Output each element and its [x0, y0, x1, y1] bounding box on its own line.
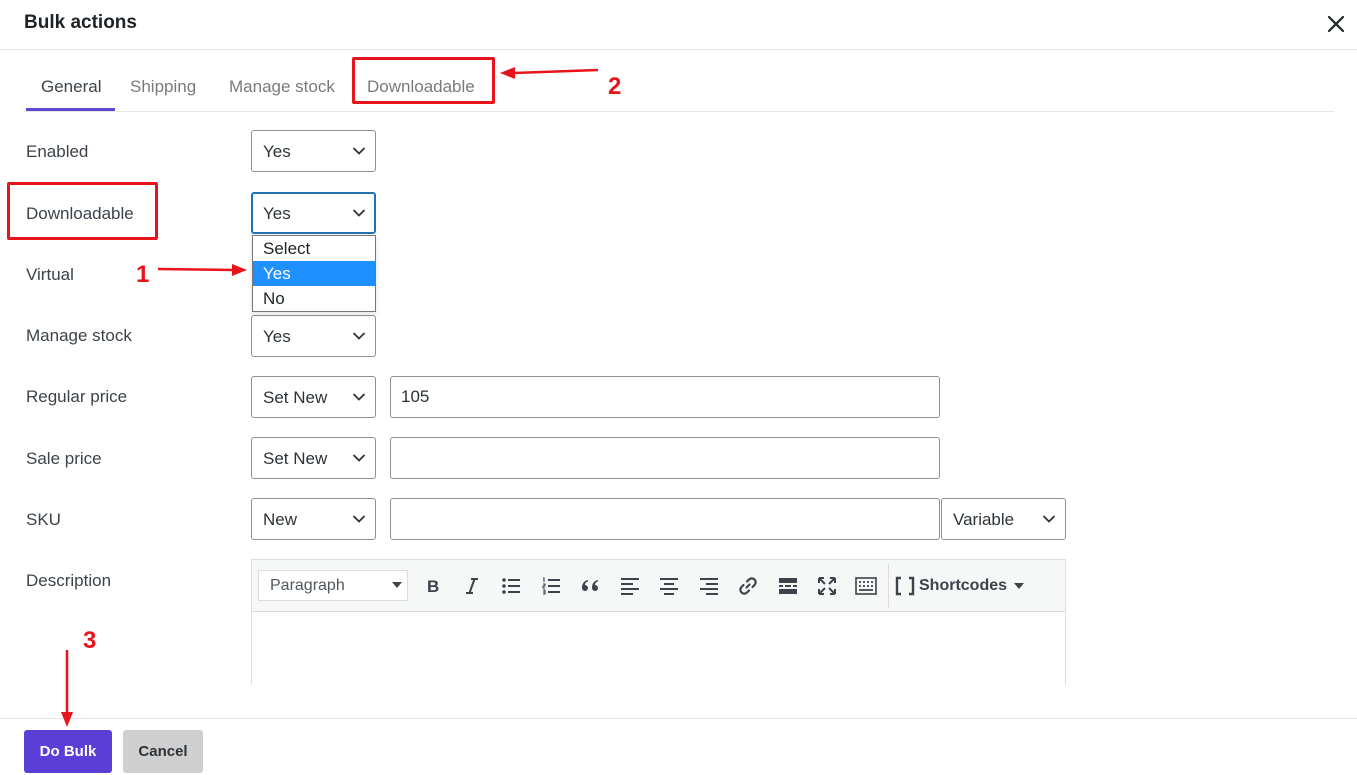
cancel-button[interactable]: Cancel	[123, 730, 203, 773]
option-select[interactable]: Select	[253, 236, 375, 261]
sku-type-value: Variable	[953, 510, 1015, 529]
format-select-value: Paragraph	[270, 577, 345, 594]
tab-bar: General Shipping Manage stock Downloadab…	[24, 64, 1334, 112]
manage-stock-select[interactable]: Yes	[251, 315, 376, 357]
blockquote-icon	[582, 580, 598, 591]
tab-manage-stock[interactable]: Manage stock	[229, 77, 335, 97]
close-icon	[1327, 15, 1345, 33]
numbered-list-icon	[542, 577, 560, 595]
shortcode-brackets-icon	[895, 576, 915, 596]
option-no[interactable]: No	[253, 286, 375, 311]
active-tab-indicator	[26, 108, 115, 111]
sku-input[interactable]	[390, 498, 940, 540]
caret-down-icon	[392, 582, 402, 588]
tab-shipping[interactable]: Shipping	[130, 77, 196, 97]
downloadable-select[interactable]: Yes	[251, 192, 376, 234]
read-more-button[interactable]	[774, 572, 802, 600]
downloadable-options-list: Select Yes No	[252, 235, 376, 312]
description-label: Description	[26, 571, 112, 590]
editor-content-area[interactable]	[252, 612, 1065, 685]
align-center-button[interactable]	[655, 572, 683, 600]
editor-toolbar: Paragraph B Shortcodes	[252, 560, 1065, 612]
tab-downloadable[interactable]: Downloadable	[367, 77, 475, 97]
enabled-label: Enabled	[26, 142, 89, 161]
bold-icon: B	[427, 577, 439, 595]
virtual-label: Virtual	[26, 265, 74, 284]
sale-price-mode-select[interactable]: Set New	[251, 437, 376, 479]
italic-icon	[466, 578, 478, 594]
annotation-number-1: 1	[136, 261, 150, 288]
align-left-icon	[621, 578, 639, 595]
read-more-icon	[779, 578, 797, 594]
close-button[interactable]	[1320, 8, 1352, 40]
regular-price-label: Regular price	[26, 387, 128, 406]
arrow-1-line	[157, 267, 235, 272]
bullet-list-button[interactable]	[497, 572, 525, 600]
chevron-down-icon	[352, 515, 366, 523]
sale-price-input[interactable]	[390, 437, 940, 479]
toolbar-toggle-button[interactable]	[852, 572, 880, 600]
sku-mode-value: New	[263, 510, 298, 529]
bold-button[interactable]: B	[419, 572, 447, 600]
link-icon	[739, 577, 757, 595]
regular-price-input[interactable]	[390, 376, 940, 418]
caret-down-icon	[1014, 583, 1025, 589]
align-right-button[interactable]	[695, 572, 723, 600]
align-center-icon	[660, 578, 678, 595]
align-left-button[interactable]	[616, 572, 644, 600]
modal-footer: Do Bulk Cancel	[0, 718, 1357, 775]
bullet-list-icon	[502, 578, 520, 594]
chevron-down-icon	[1042, 515, 1056, 523]
arrow-1-head	[232, 264, 247, 276]
regular-price-mode-value: Set New	[263, 388, 328, 407]
option-yes[interactable]: Yes	[253, 261, 375, 286]
sku-label: SKU	[26, 510, 61, 529]
italic-button[interactable]	[458, 572, 486, 600]
chevron-down-icon	[352, 209, 366, 217]
shortcodes-button[interactable]: Shortcodes	[895, 574, 1025, 598]
downloadable-label: Downloadable	[26, 204, 134, 223]
chevron-down-icon	[352, 147, 366, 155]
modal-header: Bulk actions	[0, 0, 1357, 50]
link-button[interactable]	[734, 572, 762, 600]
fullscreen-button[interactable]	[813, 572, 841, 600]
chevron-down-icon	[352, 393, 366, 401]
chevron-down-icon	[352, 454, 366, 462]
tab-general[interactable]: General	[41, 77, 101, 97]
chevron-down-icon	[352, 332, 366, 340]
manage-stock-select-value: Yes	[263, 327, 291, 346]
description-editor: Paragraph B Shortcodes	[251, 559, 1066, 685]
sku-type-select[interactable]: Variable	[941, 498, 1066, 540]
do-bulk-button[interactable]: Do Bulk	[24, 730, 112, 773]
shortcodes-label: Shortcodes	[919, 577, 1008, 594]
svg-text:B: B	[427, 577, 439, 595]
toolbar-separator	[888, 564, 889, 608]
numbered-list-button[interactable]	[537, 572, 565, 600]
annotation-number-3: 3	[83, 627, 97, 654]
blockquote-button[interactable]	[576, 572, 604, 600]
sale-price-mode-value: Set New	[263, 449, 328, 468]
fullscreen-icon	[818, 577, 836, 595]
align-right-icon	[700, 578, 718, 595]
modal-title: Bulk actions	[24, 12, 137, 33]
enabled-select[interactable]: Yes	[251, 130, 376, 172]
annotation-number-2: 2	[608, 73, 622, 100]
format-select[interactable]: Paragraph	[258, 570, 408, 601]
downloadable-select-value: Yes	[263, 204, 291, 223]
toolbar-toggle-icon	[855, 577, 877, 595]
sale-price-label: Sale price	[26, 449, 102, 468]
sku-mode-select[interactable]: New	[251, 498, 376, 540]
enabled-select-value: Yes	[263, 142, 291, 161]
manage-stock-label: Manage stock	[26, 326, 132, 345]
regular-price-mode-select[interactable]: Set New	[251, 376, 376, 418]
